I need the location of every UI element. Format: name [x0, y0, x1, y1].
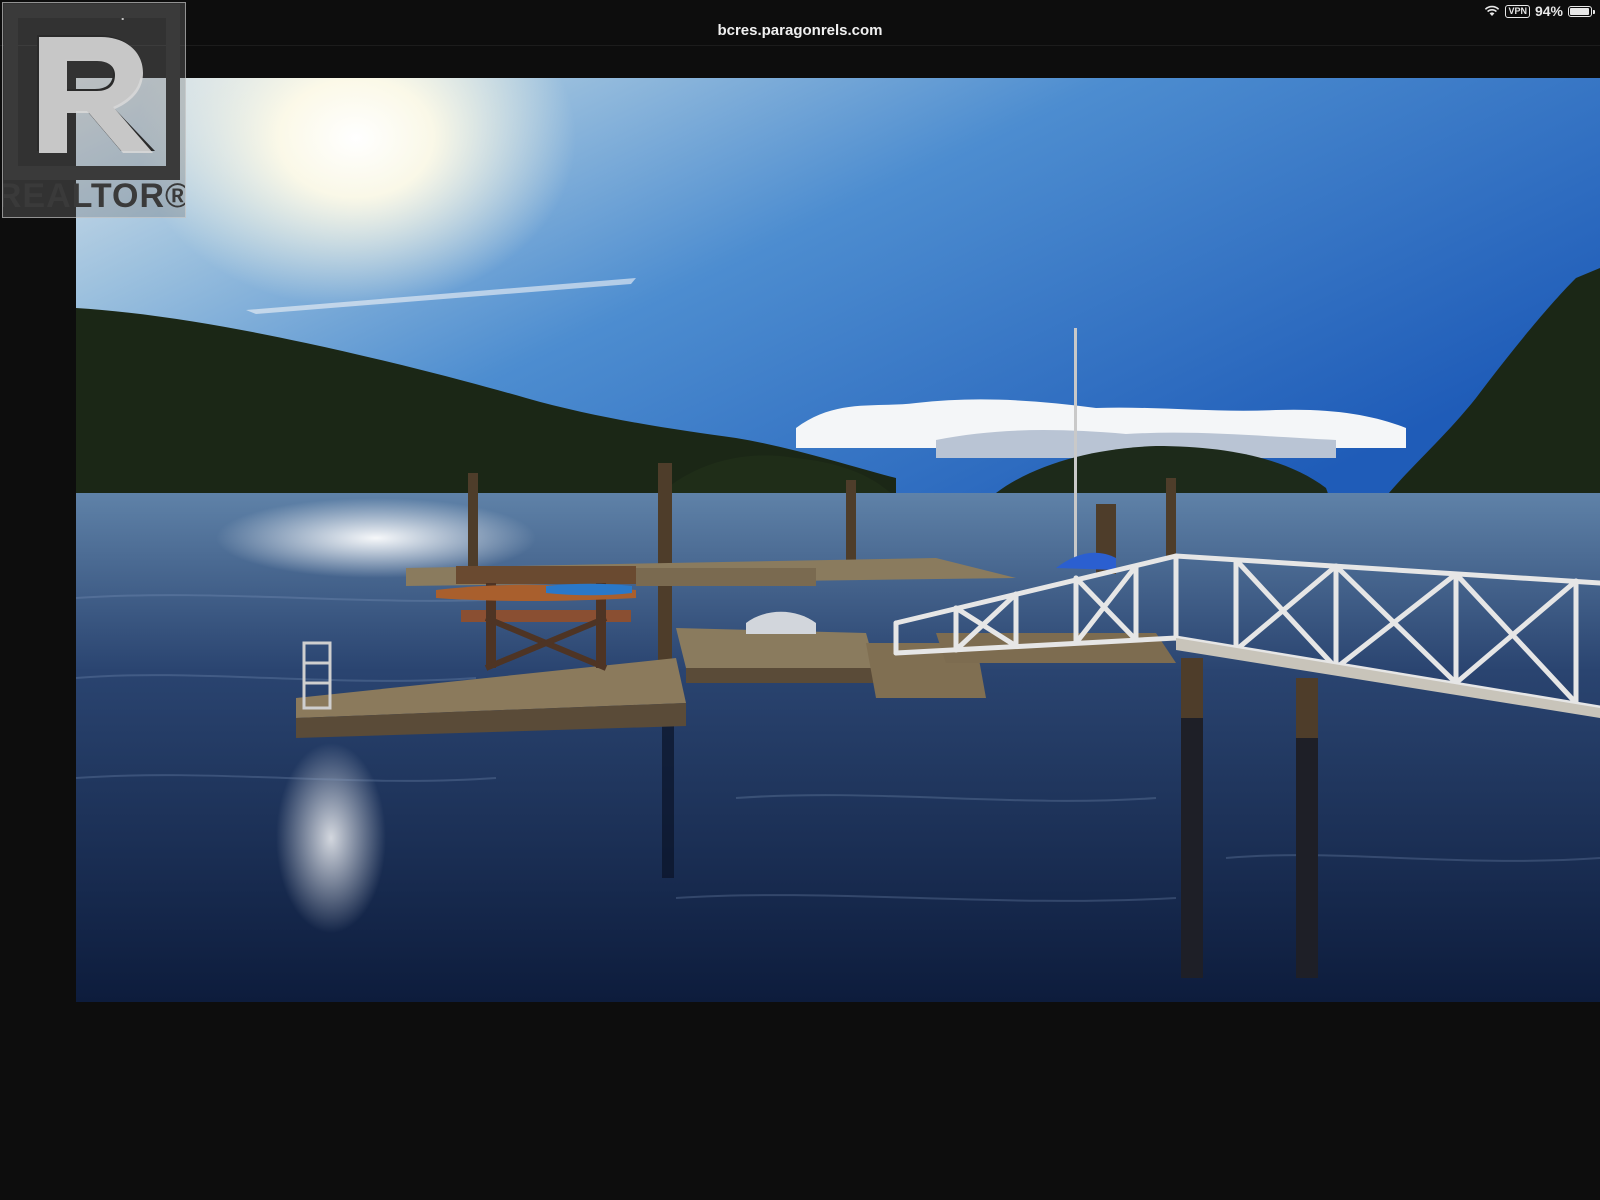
header-divider	[0, 45, 1600, 46]
listing-photo[interactable]	[76, 78, 1600, 1002]
waterfront-dock-image	[76, 78, 1600, 1002]
address-bar[interactable]: bcres.paragonrels.com	[0, 22, 1600, 44]
realtor-logo: REALTOR®	[2, 2, 186, 218]
screen: 7:48 AM Sat Sep 7 VPN 94% bcres.paragonr…	[0, 0, 1600, 1200]
battery-icon	[1568, 5, 1595, 17]
realtor-r-icon: REALTOR®	[3, 4, 185, 215]
url-text: bcres.paragonrels.com	[717, 22, 883, 39]
status-bar: 7:48 AM Sat Sep 7 VPN 94%	[0, 0, 1600, 24]
battery-fill	[1570, 7, 1589, 15]
vpn-badge: VPN	[1505, 4, 1530, 18]
realtor-logo-text: REALTOR®	[3, 177, 185, 215]
wifi-icon	[1485, 5, 1500, 16]
status-indicators: VPN 94%	[1484, 3, 1595, 19]
battery-percentage: 94%	[1534, 3, 1563, 19]
